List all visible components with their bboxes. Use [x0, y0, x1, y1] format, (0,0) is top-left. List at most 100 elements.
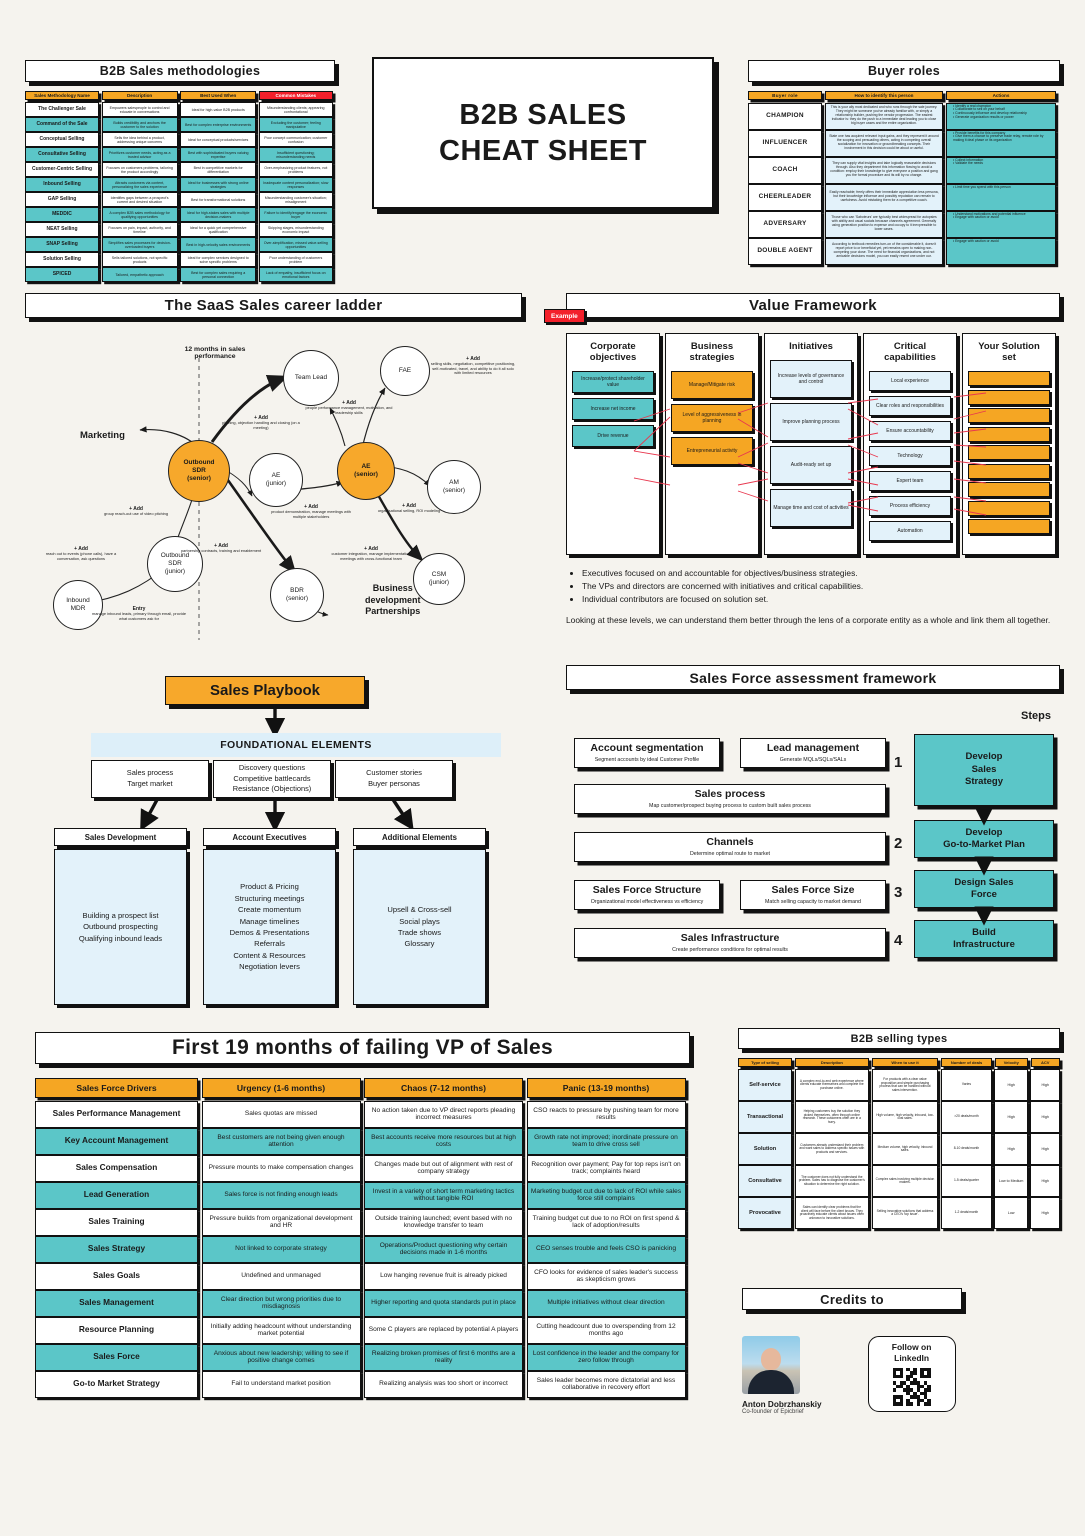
ladder-node-inbound[interactable]: Inbound MDR: [53, 580, 103, 630]
cell-when: Selling innovative solutions that addres…: [871, 1197, 939, 1230]
cell-velocity: Low to Medium: [994, 1165, 1028, 1198]
ladder-node-outbound-senior[interactable]: Outbound SDR (senior): [168, 440, 230, 502]
vf-item-4-6[interactable]: [968, 482, 1050, 498]
sfa-step-develop-gtm-plan[interactable]: Develop Go-to-Market Plan: [914, 820, 1054, 858]
cell-methodology-name: SPICED: [25, 267, 99, 283]
sfa-step-develop-sales-strategy[interactable]: Develop Sales Strategy: [914, 734, 1054, 806]
sfa-box-lead-management[interactable]: Lead management Generate MQLs/SQLs/SALs: [740, 738, 886, 768]
cell-methodology-name: Conceptual Selling: [25, 132, 99, 148]
cell-urgency: Initially adding headcount without under…: [201, 1316, 361, 1344]
cell-when: Medium volume, high velocity, inbound sa…: [871, 1133, 939, 1166]
ladder-node-fae[interactable]: FAE: [380, 346, 430, 396]
cell-driver: Resource Planning: [35, 1316, 198, 1344]
cell-methodology-name: Consultative Selling: [25, 147, 99, 163]
vf-item-4-5[interactable]: [968, 463, 1050, 479]
vf-item-0-2[interactable]: Drive revenue: [572, 425, 654, 448]
col-header-panic: Panic (13-19 months): [526, 1078, 686, 1098]
vf-item-4-2[interactable]: [968, 408, 1050, 424]
cell-actions: • Provide benefits for this company • Giv…: [946, 129, 1056, 157]
vf-item-2-2[interactable]: Audit-ready set up: [770, 446, 852, 485]
table-row: Customer-Centric Selling Focuses on custo…: [25, 162, 335, 178]
linkedin-cta-card[interactable]: Follow on LinkedIn: [867, 1336, 956, 1412]
ladder-node-ae-senior[interactable]: AE (senior): [337, 442, 395, 500]
vf-item-3-4[interactable]: Expert team: [869, 471, 951, 492]
vf-col-critical-capabilities: Critical capabilities Local experience Cl…: [863, 333, 957, 556]
credits-title: Credits to: [742, 1288, 962, 1310]
vf-item-4-8[interactable]: [968, 519, 1050, 535]
vf-item-4-4[interactable]: [968, 445, 1050, 461]
cell-methodology-name: SNAP Selling: [25, 237, 99, 253]
col-header-drivers: Sales Force Drivers: [35, 1078, 198, 1098]
table-row: SNAP Selling Simplifies sales processes f…: [25, 237, 335, 253]
table-row: Sales Training Pressure builds from organ…: [35, 1208, 690, 1236]
playbook-col-header-account-executives: Account Executives: [203, 828, 336, 846]
vf-item-3-2[interactable]: Ensure accountability: [869, 421, 951, 442]
cell-driver: Lead Generation: [35, 1181, 198, 1209]
vf-col-solution-set: Your Solution set: [962, 333, 1056, 556]
vf-item-0-0[interactable]: Increase/protect shareholder value: [572, 371, 654, 394]
sfa-box-sales-force-size[interactable]: Sales Force Size Match selling capacity t…: [740, 880, 886, 910]
table-row: Self-service A complex end-to-end web exp…: [738, 1069, 1060, 1102]
sfa-steps-label: Steps: [1021, 710, 1051, 722]
cell-best-used-when: Ideal for a quick yet comprehensive qual…: [180, 222, 257, 238]
ladder-divider-label: 12 months in sales performance: [184, 346, 246, 360]
vf-item-4-7[interactable]: [968, 500, 1050, 516]
col-header-name: Sales Methodology Name: [25, 91, 99, 100]
cell-urgency: Sales force is not finding enough leads: [201, 1181, 361, 1209]
col-header-when: Best Used When: [180, 91, 257, 100]
vf-item-3-5[interactable]: Process efficiency: [869, 496, 951, 517]
vf-item-2-1[interactable]: Improve planning process: [770, 403, 852, 442]
vf-item-0-1[interactable]: Increase net income: [572, 398, 654, 421]
ladder-annotation-8: + Add customer integration, manage implem…: [331, 546, 411, 561]
sfa-box-sales-process[interactable]: Sales process Map customer/prospect buyin…: [574, 784, 886, 814]
vf-col-header: Critical capabilities: [884, 341, 936, 364]
vf-item-3-0[interactable]: Local experience: [869, 371, 951, 392]
selling-types-section: B2B selling types Type of selling Descri…: [738, 1028, 1060, 1230]
cell-driver: Sales Performance Management: [35, 1100, 198, 1128]
table-row: CHEERLEADER Easily reachable; freely offe…: [748, 183, 1060, 211]
sfa-box-sales-infrastructure[interactable]: Sales Infrastructure Create performance c…: [574, 928, 886, 958]
vf-item-3-6[interactable]: Automation: [869, 521, 951, 542]
playbook-foundational-group-3: Customer stories Buyer personas: [335, 760, 453, 798]
ladder-node-ae-junior[interactable]: AE (junior): [249, 453, 303, 507]
vf-closing-text: Looking at these levels, we can understa…: [566, 615, 1051, 626]
sfa-box-account-segmentation[interactable]: Account segmentation Segment accounts by …: [574, 738, 720, 768]
vf-col-corporate-objectives: Corporate objectives Increase/protect sh…: [566, 333, 660, 556]
cell-methodology-name: Solution Selling: [25, 252, 99, 268]
cell-acv: High: [1030, 1101, 1060, 1134]
vf-item-3-3[interactable]: Technology: [869, 446, 951, 467]
cell-driver: Sales Training: [35, 1208, 198, 1236]
sfa-step-design-sales-force[interactable]: Design Sales Force: [914, 870, 1054, 908]
cell-panic: Lost confidence in the leader and the co…: [526, 1343, 686, 1371]
cell-description: Sells the idea behind a product, address…: [101, 132, 178, 148]
sfa-box-channels[interactable]: Channels Determine optimal route to marke…: [574, 832, 886, 862]
vf-item-4-1[interactable]: [968, 389, 1050, 405]
table-row: Solution Customers already understand the…: [738, 1133, 1060, 1166]
ladder-node-csm-junior[interactable]: CSM (junior): [413, 553, 465, 605]
vf-item-2-0[interactable]: Increase levels of governance and contro…: [770, 360, 852, 399]
cell-type: Transactional: [738, 1101, 793, 1134]
sfa-step-build-infrastructure[interactable]: Build Infrastructure: [914, 920, 1054, 958]
vf-item-4-3[interactable]: [968, 426, 1050, 442]
methodologies-table: Sales Methodology Name Description Best …: [25, 91, 335, 283]
cell-velocity: High: [994, 1133, 1028, 1166]
sfa-box-sales-force-structure[interactable]: Sales Force Structure Organizational mode…: [574, 880, 720, 910]
vf-item-1-0[interactable]: Manage/Mitigate risk: [671, 371, 753, 400]
ladder-node-bdr-senior[interactable]: BDR (senior): [270, 568, 324, 622]
cell-methodology-name: The Challenger Sale: [25, 102, 99, 118]
vf-item-4-0[interactable]: [968, 371, 1050, 387]
cell-panic: CFO looks for evidence of sales leader's…: [526, 1262, 686, 1290]
vf-item-2-3[interactable]: Manage time and cost of activities: [770, 489, 852, 528]
cell-methodology-name: Command of the Sale: [25, 117, 99, 133]
cell-actions: • Limit time you spend with this person: [946, 183, 1056, 211]
ladder-node-team-lead[interactable]: Team Lead: [283, 350, 339, 406]
playbook-foundational-group-2: Discovery questions Competitive battleca…: [213, 760, 331, 798]
sfa-step-number-1: 1: [894, 754, 903, 771]
vf-item-3-1[interactable]: Clear roles and responsibilities: [869, 396, 951, 417]
vf-item-1-1[interactable]: Level of aggressiveness in planning: [671, 404, 753, 433]
cell-best-used-when: Best for complex sales requiring a perso…: [180, 267, 257, 283]
cell-when: Complex sales involving multiple decisio…: [871, 1165, 939, 1198]
table-row: ADVERSARY Those who can 'Saboteurs' are t…: [748, 210, 1060, 238]
vf-col-header: Business strategies: [689, 341, 735, 364]
vf-item-1-2[interactable]: Entrepreneurial activity: [671, 437, 753, 466]
